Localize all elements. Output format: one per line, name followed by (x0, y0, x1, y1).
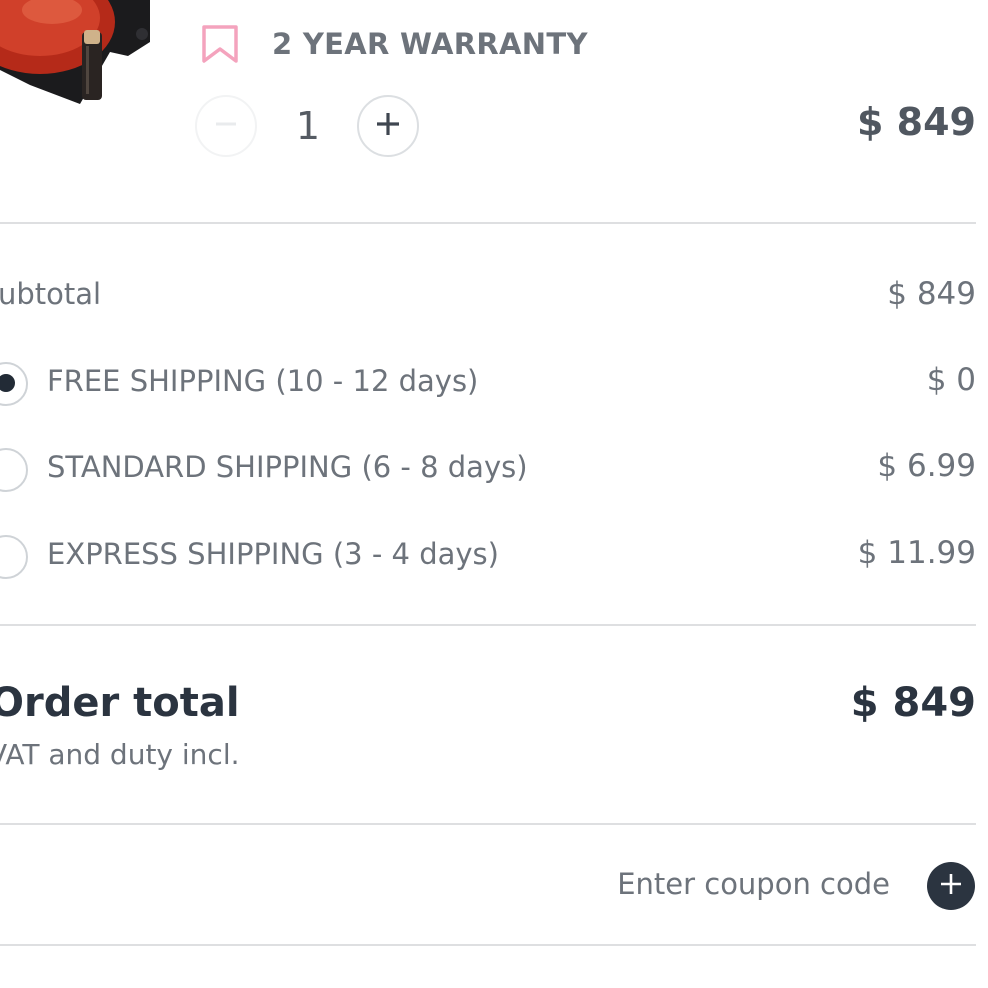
coupon-add-button[interactable] (927, 862, 975, 910)
quantity-value: 1 (295, 104, 321, 148)
shipping-price-express: $ 11.99 (857, 535, 976, 571)
quantity-increment-button[interactable] (357, 95, 419, 157)
warranty-badge: 2 YEAR WARRANTY (200, 24, 588, 64)
quantity-decrement-button[interactable] (195, 95, 257, 157)
divider (0, 624, 976, 626)
shipping-radio-free[interactable] (0, 362, 28, 406)
subtotal-label: ubtotal (0, 277, 102, 311)
order-total-value: $ 849 (850, 680, 976, 726)
shipping-label-express[interactable]: EXPRESS SHIPPING (3 - 4 days) (47, 537, 499, 571)
vat-note: VAT and duty incl. (0, 738, 240, 771)
order-total-label: Order total (0, 680, 240, 726)
minus-icon (212, 110, 240, 142)
plus-icon (373, 109, 403, 143)
divider (0, 823, 976, 825)
shipping-label-standard[interactable]: STANDARD SHIPPING (6 - 8 days) (47, 450, 528, 484)
item-price: $ 849 (857, 100, 976, 144)
divider (0, 944, 976, 946)
cart-summary: 2 YEAR WARRANTY 1 $ 849 ubtotal $ 849 FR… (0, 0, 988, 988)
plus-circle-icon (938, 871, 964, 901)
coupon-toggle-label[interactable]: Enter coupon code (617, 867, 890, 901)
bookmark-icon (200, 24, 240, 64)
shipping-label-free[interactable]: FREE SHIPPING (10 - 12 days) (47, 364, 478, 398)
shipping-price-standard: $ 6.99 (877, 448, 976, 484)
divider (0, 222, 976, 224)
shipping-price-free: $ 0 (926, 362, 976, 398)
product-thumbnail (0, 0, 150, 105)
shipping-radio-standard[interactable] (0, 448, 28, 492)
shipping-radio-express[interactable] (0, 535, 28, 579)
subtotal-value: $ 849 (887, 276, 976, 312)
warranty-label: 2 YEAR WARRANTY (272, 27, 588, 61)
